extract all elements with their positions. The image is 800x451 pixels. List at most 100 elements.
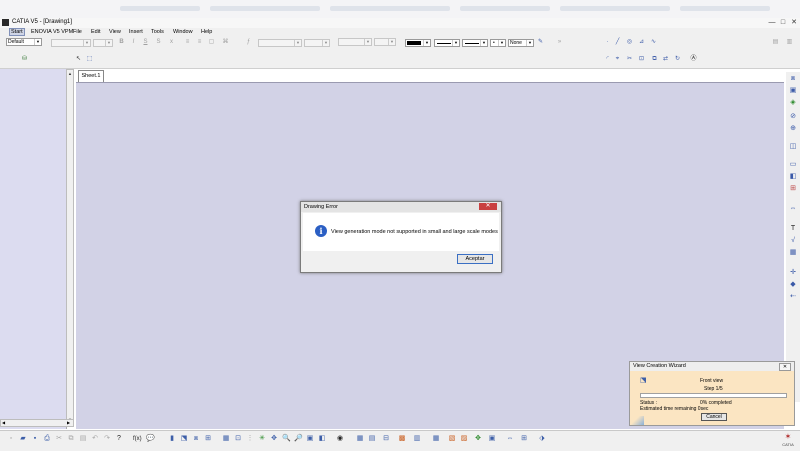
frame-icon[interactable]: ▢ — [208, 39, 215, 46]
dialog-close-button[interactable]: ✕ — [479, 203, 497, 210]
menu-start[interactable]: Start — [9, 28, 25, 36]
menu-edit[interactable]: Edit — [91, 28, 100, 36]
text-frame-icon[interactable]: Ⓐ — [690, 56, 697, 63]
leader-icon[interactable]: √ — [788, 236, 798, 245]
text-icon[interactable]: T — [788, 224, 798, 233]
fit-all-icon[interactable]: ✳ — [258, 435, 266, 443]
title-block-icon[interactable]: ▨ — [460, 435, 468, 443]
comment-icon[interactable]: 💬 — [146, 435, 155, 443]
analysis-icon[interactable]: ⊞ — [204, 435, 212, 443]
point-style-combo[interactable]: • ▼ — [490, 39, 506, 47]
properties-bottom-icon[interactable]: ▥ — [413, 435, 421, 443]
undo-icon[interactable]: ↶ — [91, 435, 99, 443]
menu-window[interactable]: Window — [173, 28, 193, 36]
section-icon[interactable]: ⊘ — [788, 112, 798, 121]
grid-icon[interactable]: ▦ — [222, 435, 230, 443]
superscript-icon[interactable]: x — [168, 39, 175, 46]
symbol-icon[interactable]: ⌘ — [222, 39, 229, 46]
scroll-right-icon[interactable]: ▶ — [67, 420, 70, 425]
display-icon[interactable]: ⬔ — [180, 435, 188, 443]
line-type-combo[interactable]: ▼ — [434, 39, 460, 47]
trim-icon[interactable]: ✂ — [626, 56, 633, 63]
views-icon[interactable]: ⧈ — [788, 74, 798, 83]
menu-file[interactable]: File — [73, 28, 82, 36]
copy-icon[interactable]: ⧉ — [67, 435, 75, 443]
pan-icon[interactable]: ✥ — [270, 435, 278, 443]
underline-icon[interactable]: S — [142, 39, 149, 46]
translate-icon[interactable]: ⇄ — [662, 56, 669, 63]
close-window-button[interactable]: ✕ — [788, 18, 800, 27]
precision-combo[interactable]: ▼ — [374, 38, 396, 46]
snap-icon[interactable]: ⊡ — [234, 435, 242, 443]
wizard-close-button[interactable]: ✕ — [779, 363, 791, 371]
line-icon[interactable]: ╱ — [614, 39, 621, 46]
scroll-left-icon[interactable]: ◀ — [2, 420, 5, 425]
arrow-icon[interactable]: ⇠ — [788, 292, 798, 301]
projection-icon[interactable]: ◈ — [788, 98, 798, 107]
broken-view-icon[interactable]: ▭ — [788, 160, 798, 169]
sheet-icon[interactable]: ⛁ — [21, 56, 28, 63]
tables-icon[interactable]: ▤ — [368, 435, 376, 443]
clipping-icon[interactable]: ◫ — [788, 142, 798, 151]
save-icon[interactable]: ▪ — [31, 435, 39, 443]
select-trap-icon[interactable]: ⬚ — [86, 56, 93, 63]
front-view-icon[interactable]: ▣ — [788, 86, 798, 95]
italic-icon[interactable]: I — [130, 39, 137, 46]
menu-enovia[interactable]: ENOVIA V5 VPM — [31, 28, 73, 36]
align-center-icon[interactable]: ≡ — [196, 39, 203, 46]
insert-symbol-icon[interactable]: ƒ — [245, 39, 252, 46]
style-combo[interactable]: Default ▼ — [6, 38, 42, 46]
scroll-up-icon[interactable]: ▲ — [67, 70, 73, 77]
select-arrow-icon[interactable]: ↖ — [75, 56, 82, 63]
print-icon[interactable]: ⎙ — [43, 435, 51, 443]
hide-show-icon[interactable]: ◉ — [336, 435, 344, 443]
text-scale-combo[interactable]: ▼ — [304, 39, 330, 47]
left-vertical-scrollbar[interactable]: ▲ ▼ — [66, 69, 74, 424]
dimension-combo[interactable]: ▼ — [338, 38, 372, 46]
mirror-icon[interactable]: ⧉ — [651, 56, 658, 63]
strikethrough-icon[interactable]: S — [155, 39, 162, 46]
menu-help[interactable]: Help — [201, 28, 212, 36]
sheet-grid-icon[interactable]: ▦ — [356, 435, 364, 443]
filter-icon[interactable]: ⧈ — [192, 435, 200, 443]
window-icon[interactable]: ▥ — [786, 39, 793, 46]
align-left-icon[interactable]: ≡ — [184, 39, 191, 46]
zoom-out-icon[interactable]: 🔎 — [294, 435, 303, 443]
catalog-icon[interactable]: ⬗ — [538, 435, 546, 443]
position-icon[interactable]: ⇔ — [506, 435, 514, 443]
table-icon[interactable]: ▦ — [788, 248, 798, 257]
wizard-cancel-button[interactable]: Cancel — [701, 413, 727, 421]
bold-icon[interactable]: B — [118, 39, 125, 46]
paste-icon[interactable]: ▤ — [79, 435, 87, 443]
break-icon[interactable]: ⊡ — [638, 56, 645, 63]
dress-up-icon[interactable]: ✥ — [474, 435, 482, 443]
normal-view-icon[interactable]: ◧ — [318, 435, 326, 443]
detail-icon[interactable]: ⊕ — [788, 124, 798, 133]
open-icon[interactable]: ▰ — [19, 435, 27, 443]
area-fill-icon[interactable]: ◆ — [788, 280, 798, 289]
chamfer-icon[interactable]: ⌖ — [614, 56, 621, 63]
menu-tools[interactable]: Tools — [151, 28, 164, 36]
circle-icon[interactable]: ◎ — [626, 39, 633, 46]
color-combo[interactable]: ▼ — [405, 39, 431, 47]
wizard-icon[interactable]: ◧ — [788, 172, 798, 181]
sheet-tab[interactable]: Sheet.1 — [78, 70, 104, 82]
painter-icon[interactable]: ✎ — [537, 39, 544, 46]
update-icon[interactable]: ⊞ — [520, 435, 528, 443]
text-angle-combo[interactable]: ▼ — [258, 39, 302, 47]
font-size-combo[interactable]: ▼ — [93, 39, 113, 47]
generate-icon[interactable]: ▣ — [488, 435, 496, 443]
fill-combo[interactable]: None ▼ — [508, 39, 534, 47]
tree-icon[interactable]: ⊟ — [382, 435, 390, 443]
redo-icon[interactable]: ↷ — [103, 435, 111, 443]
new-icon[interactable]: ▫ — [7, 435, 15, 443]
dimensions-icon[interactable]: ⇔ — [788, 204, 798, 213]
menu-insert[interactable]: Insert — [129, 28, 143, 36]
profile-icon[interactable]: ⊿ — [638, 39, 645, 46]
cut-icon[interactable]: ✂ — [55, 435, 63, 443]
new-sheet-icon[interactable]: ⊞ — [788, 184, 798, 193]
whats-this-icon[interactable]: ? — [115, 435, 123, 443]
font-combo[interactable]: ▼ — [51, 39, 91, 47]
zoom-in-icon[interactable]: 🔍 — [282, 435, 291, 443]
zoom-area-icon[interactable]: ▣ — [306, 435, 314, 443]
